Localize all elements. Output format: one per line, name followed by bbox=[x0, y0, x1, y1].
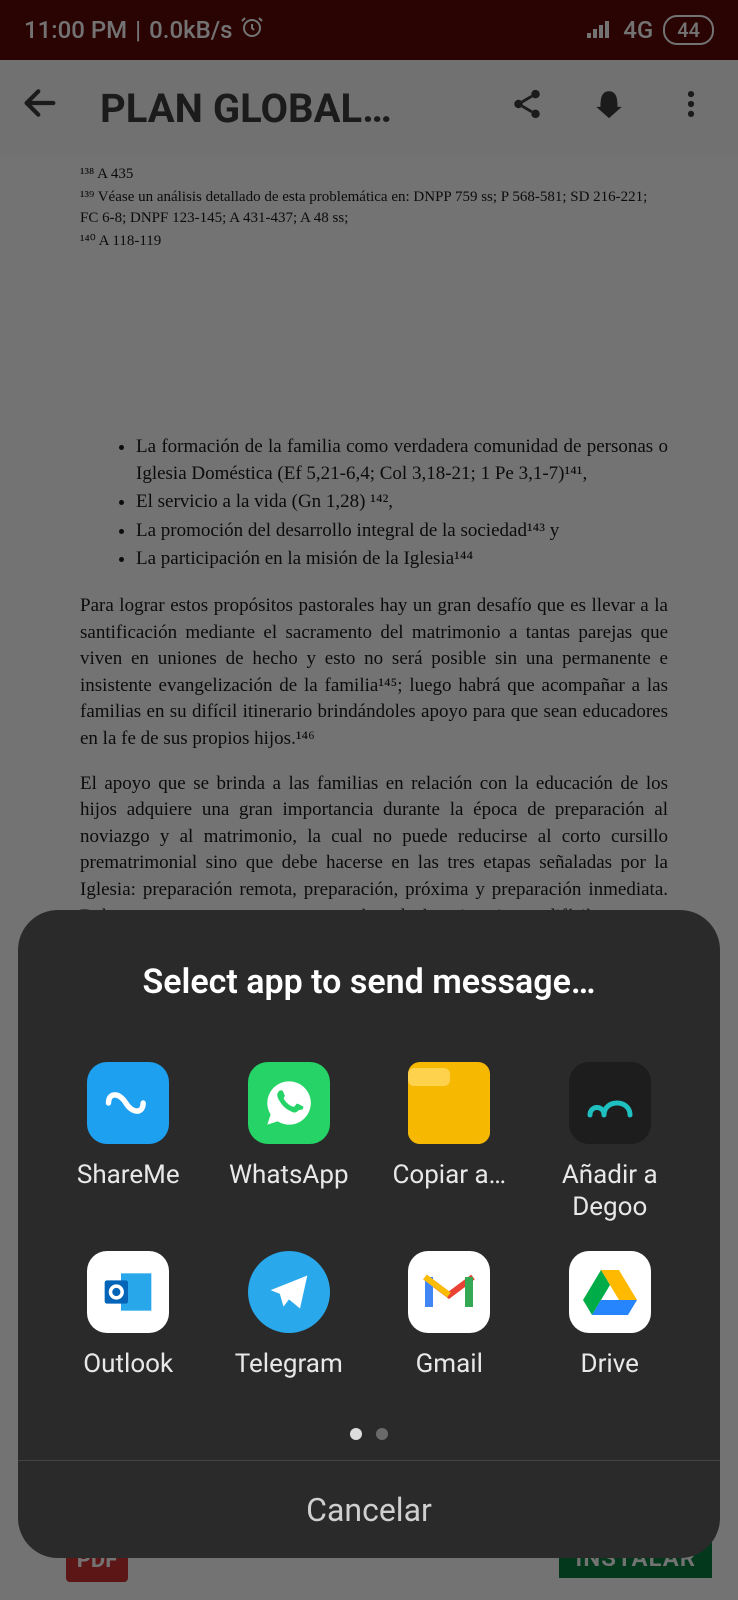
drive-icon bbox=[569, 1251, 651, 1333]
app-grid: ShareMe WhatsApp Copiar a… Añadir a Dego… bbox=[18, 1062, 720, 1380]
share-label: ShareMe bbox=[77, 1160, 180, 1191]
sheet-title: Select app to send message… bbox=[18, 962, 720, 1002]
gmail-icon bbox=[408, 1251, 490, 1333]
share-label: Telegram bbox=[235, 1349, 343, 1380]
share-shareme[interactable]: ShareMe bbox=[48, 1062, 209, 1222]
cancel-row: Cancelar bbox=[18, 1460, 720, 1558]
share-label: Outlook bbox=[83, 1349, 173, 1380]
share-telegram[interactable]: Telegram bbox=[209, 1251, 370, 1380]
pager bbox=[18, 1428, 720, 1440]
share-whatsapp[interactable]: WhatsApp bbox=[209, 1062, 370, 1222]
outlook-icon bbox=[87, 1251, 169, 1333]
share-label: WhatsApp bbox=[229, 1160, 349, 1191]
whatsapp-icon bbox=[248, 1062, 330, 1144]
pager-dot bbox=[376, 1428, 388, 1440]
degoo-icon bbox=[569, 1062, 651, 1144]
share-sheet: Select app to send message… ShareMe What… bbox=[18, 910, 720, 1558]
cancel-button[interactable]: Cancelar bbox=[306, 1491, 432, 1529]
share-label: Drive bbox=[581, 1349, 639, 1380]
share-degoo[interactable]: Añadir a Degoo bbox=[530, 1062, 691, 1222]
share-label: Gmail bbox=[416, 1349, 483, 1380]
pager-dot-active bbox=[350, 1428, 362, 1440]
share-gmail[interactable]: Gmail bbox=[369, 1251, 530, 1380]
share-label: Copiar a… bbox=[392, 1160, 506, 1191]
share-outlook[interactable]: Outlook bbox=[48, 1251, 209, 1380]
share-drive[interactable]: Drive bbox=[530, 1251, 691, 1380]
shareme-icon bbox=[87, 1062, 169, 1144]
share-label: Añadir a Degoo bbox=[535, 1160, 685, 1222]
share-copy[interactable]: Copiar a… bbox=[369, 1062, 530, 1222]
telegram-icon bbox=[248, 1251, 330, 1333]
folder-icon bbox=[408, 1062, 490, 1144]
